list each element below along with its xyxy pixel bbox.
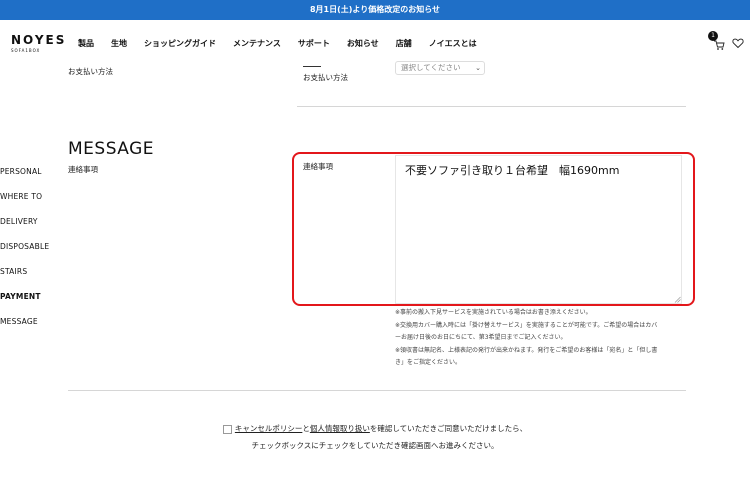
message-section-label: 連絡事項 [68, 165, 98, 174]
privacy-policy-link[interactable]: 個人情報取り扱い [310, 424, 370, 433]
site-header: NOYES SOFA1BOX 製品 生地 ショッピングガイド メンテナンス サポ… [0, 20, 750, 64]
nav-item-about[interactable]: ノイエスとは [429, 38, 477, 49]
cart-icon [714, 40, 725, 50]
payment-section-label: お支払い方法 [68, 67, 113, 76]
side-nav-disposable[interactable]: DISPOSABLE [0, 239, 49, 264]
consent-line: キャンセルポリシーと個人情報取り扱いを確認していただきご同意いただけましたら、 [0, 423, 750, 434]
payment-method-select[interactable]: 選択してください ⌄ [395, 61, 485, 75]
nav-item-news[interactable]: お知らせ [347, 38, 379, 49]
nav-item-maintenance[interactable]: メンテナンス [233, 38, 281, 49]
side-nav-message[interactable]: MESSAGE [0, 314, 49, 339]
note-line: ※領収書は無記名、上様表記の発行が出来かねます。発行をご希望のお客様は「宛名」と… [395, 346, 658, 354]
note-line: ーお届け日後のお日にちにて、第3希望日までご記入ください。 [395, 334, 567, 341]
highlight-outline [292, 152, 695, 306]
logo-subtext: SOFA1BOX [11, 48, 41, 53]
logo-text: NOYES [11, 33, 67, 47]
announcement-bar[interactable]: 8月1日(土)より価格改定のお知らせ [0, 0, 750, 20]
nav-item-stores[interactable]: 店舗 [396, 38, 412, 49]
chevron-down-icon: ⌄ [475, 64, 481, 72]
heart-icon[interactable] [732, 37, 744, 49]
consent-instruction: チェックボックスにチェックをしていただき確認画面へお進みください。 [251, 441, 499, 450]
side-nav-payment[interactable]: PAYMENT [0, 289, 49, 314]
nav-item-shopping-guide[interactable]: ショッピングガイド [144, 38, 216, 49]
cancel-policy-link[interactable]: キャンセルポリシー [235, 424, 303, 433]
cart-button[interactable]: 1 [708, 31, 726, 52]
logo[interactable]: NOYES SOFA1BOX [11, 33, 66, 53]
nav-item-fabric[interactable]: 生地 [111, 38, 127, 49]
main-nav: 製品 生地 ショッピングガイド メンテナンス サポート お知らせ 店舗 ノイエス… [78, 38, 494, 49]
note-line: ※事前の搬入下見サービスを実施されている場合はお書き添えください。 [395, 309, 592, 316]
side-nav-delivery[interactable]: DELIVERY [0, 214, 49, 239]
note-line: き」をご指定ください。 [395, 359, 462, 366]
section-divider [297, 106, 686, 107]
field-divider [303, 66, 321, 67]
note-line: ※交換用カバー購入時には「掛け替えサービス」を実施することが可能です。ご希望の場… [395, 321, 658, 329]
section-divider [68, 390, 686, 391]
section-side-nav: PERSONAL WHERE TO DELIVERY DISPOSABLE ST… [0, 164, 49, 339]
side-nav-where-to[interactable]: WHERE TO [0, 189, 49, 214]
cart-count-badge: 1 [708, 31, 718, 41]
nav-item-support[interactable]: サポート [298, 38, 330, 49]
side-nav-stairs[interactable]: STAIRS [0, 264, 49, 289]
consent-and-text: と [302, 424, 310, 433]
message-section-title: MESSAGE [68, 139, 155, 159]
message-notes: ※事前の搬入下見サービスを実施されている場合はお書き添えください。 ※交換用カバ… [395, 307, 685, 370]
payment-select-value: 選択してください [401, 63, 461, 72]
side-nav-personal[interactable]: PERSONAL [0, 164, 49, 189]
consent-checkbox[interactable] [222, 424, 232, 434]
consent-text: を確認していただきご同意いただけましたら、 [369, 424, 528, 433]
nav-item-products[interactable]: 製品 [78, 38, 94, 49]
payment-field-label: お支払い方法 [303, 73, 348, 82]
